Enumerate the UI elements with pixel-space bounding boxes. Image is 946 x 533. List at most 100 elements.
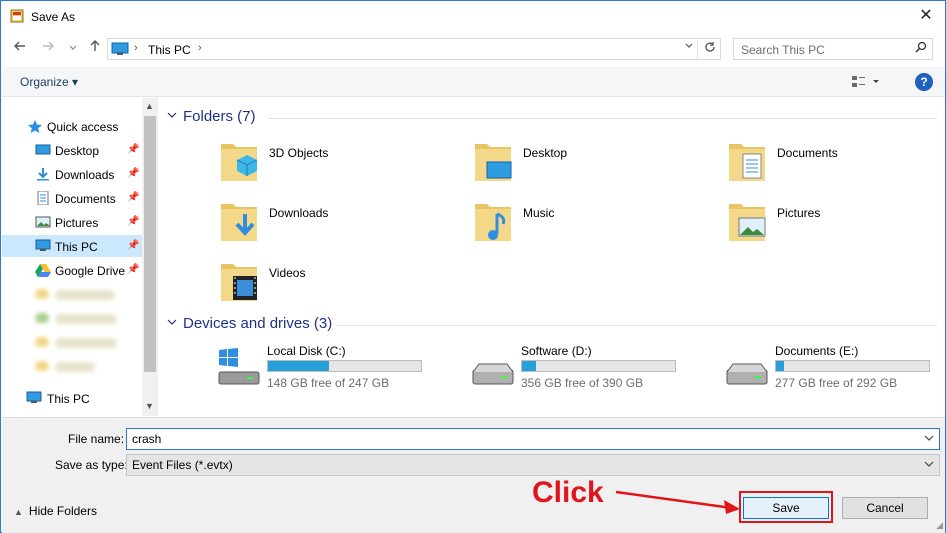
folders-group-header[interactable]: Folders (7) xyxy=(167,108,937,128)
drive-tile-e[interactable]: Documents (E:) 277 GB free of 292 GB xyxy=(725,344,946,394)
folder-label: 3D Objects xyxy=(269,146,329,160)
sidebar-item-label: Quick access xyxy=(47,120,119,134)
scroll-down-arrow-icon[interactable]: ▼ xyxy=(145,401,154,411)
folder-tile-desktop[interactable]: Desktop xyxy=(473,138,723,194)
folder-tile-downloads[interactable]: Downloads xyxy=(219,198,469,254)
search-box[interactable]: Search This PC xyxy=(733,38,933,60)
recent-locations-chevron-down-icon[interactable] xyxy=(64,39,82,57)
breadcrumb-separator: › xyxy=(134,42,138,54)
folder-label: Music xyxy=(523,206,555,220)
drive-label: Local Disk (C:) xyxy=(267,344,346,358)
save-as-type-select[interactable]: Event Files (*.evtx) xyxy=(126,454,940,476)
folder-tile-documents[interactable]: Documents xyxy=(727,138,946,194)
folder-tile-videos[interactable]: Videos xyxy=(219,258,469,314)
drive-tile-d[interactable]: Software (D:) 356 GB free of 390 GB xyxy=(471,344,721,394)
folder-tile-pictures[interactable]: Pictures xyxy=(727,198,946,254)
pictures-folder-icon xyxy=(729,204,766,241)
3d-objects-icon xyxy=(221,144,258,181)
pictures-icon xyxy=(35,216,51,228)
drive-free-space: 148 GB free of 247 GB xyxy=(267,376,390,390)
blurred-sidebar-item[interactable] xyxy=(35,287,125,301)
refresh-icon[interactable] xyxy=(697,41,716,59)
documents-folder-icon xyxy=(729,144,765,181)
pin-icon[interactable]: 📌 xyxy=(127,168,139,179)
help-icon[interactable]: ? xyxy=(915,73,933,91)
drive-usage-bar xyxy=(521,360,676,372)
sidebar-item-google-drive[interactable]: Google Drive 📌 xyxy=(2,259,142,281)
annotation-arrow xyxy=(615,490,740,514)
drive-tile-c[interactable]: Local Disk (C:) 148 GB free of 247 GB xyxy=(217,344,467,394)
pin-icon[interactable]: 📌 xyxy=(127,240,139,251)
drive-usage-bar xyxy=(267,360,422,372)
drive-label: Software (D:) xyxy=(521,344,592,358)
sidebar-scrollbar[interactable]: ▲ ▼ xyxy=(142,98,158,416)
cancel-button[interactable]: Cancel xyxy=(842,497,928,519)
google-drive-icon xyxy=(35,264,51,277)
drives-group-header[interactable]: Devices and drives (3) xyxy=(167,315,937,335)
sidebar-item-label: Desktop xyxy=(55,144,100,158)
blurred-sidebar-item[interactable] xyxy=(35,311,125,325)
sidebar-item-this-pc-root[interactable]: This PC xyxy=(2,387,142,409)
save-button[interactable]: Save xyxy=(743,497,829,519)
save-as-type-chevron-down-icon[interactable] xyxy=(924,459,934,472)
sidebar-item-label: This PC xyxy=(55,240,98,254)
file-name-dropdown-chevron-down-icon[interactable] xyxy=(924,433,934,446)
drive-usage-fill xyxy=(776,361,784,371)
sidebar-item-this-pc[interactable]: This PC 📌 xyxy=(2,235,142,257)
drive-usage-bar xyxy=(775,360,930,372)
sidebar-item-desktop[interactable]: Desktop 📌 xyxy=(2,139,142,161)
group-divider xyxy=(335,325,937,326)
save-as-type-label: Save as type: xyxy=(55,458,128,472)
downloads-icon xyxy=(37,168,49,181)
this-pc-icon xyxy=(111,42,129,55)
navigation-bar: › This PC › Search This PC xyxy=(1,34,945,64)
pin-icon[interactable]: 📌 xyxy=(127,144,139,155)
back-arrow-icon[interactable] xyxy=(11,39,29,57)
drives-group-title: Devices and drives (3) xyxy=(183,315,333,332)
organize-menu-button[interactable]: Organize ▾ xyxy=(20,75,78,89)
folder-label: Videos xyxy=(269,266,306,280)
collapse-chevron-icon[interactable] xyxy=(167,317,177,330)
file-name-label: File name: xyxy=(68,432,125,446)
videos-folder-icon xyxy=(221,264,257,301)
address-dropdown-chevron-down-icon[interactable] xyxy=(684,41,694,54)
group-divider xyxy=(267,118,937,119)
up-arrow-icon[interactable] xyxy=(86,39,104,57)
scroll-up-arrow-icon[interactable]: ▲ xyxy=(145,101,154,111)
pin-icon[interactable]: 📌 xyxy=(127,192,139,203)
sidebar-item-label: Documents xyxy=(55,192,116,206)
sidebar-item-quick-access[interactable]: Quick access xyxy=(2,115,142,137)
command-toolbar: Organize ▾ ? xyxy=(2,67,945,97)
caret-up-icon: ▲ xyxy=(14,507,23,517)
resize-grip-icon[interactable]: ◢ xyxy=(936,520,943,531)
breadcrumb-chevron-icon[interactable]: › xyxy=(198,42,202,54)
scrollbar-thumb[interactable] xyxy=(144,116,156,372)
navigation-pane: Quick access Desktop 📌 Downloads 📌 Docum… xyxy=(2,98,158,416)
drive-free-space: 356 GB free of 390 GB xyxy=(521,376,644,390)
forward-arrow-icon[interactable] xyxy=(39,39,57,57)
search-input[interactable]: Search This PC xyxy=(741,43,825,57)
folder-tile-music[interactable]: Music xyxy=(473,198,723,254)
this-pc-icon xyxy=(35,239,51,251)
sidebar-item-downloads[interactable]: Downloads 📌 xyxy=(2,163,142,185)
blurred-sidebar-item[interactable] xyxy=(35,359,125,373)
sidebar-item-pictures[interactable]: Pictures 📌 xyxy=(2,211,142,233)
breadcrumb-this-pc[interactable]: This PC xyxy=(148,43,191,57)
folder-tile-3d-objects[interactable]: 3D Objects xyxy=(219,138,469,194)
downloads-folder-icon xyxy=(221,204,257,241)
file-name-input[interactable] xyxy=(126,428,940,450)
drive-usage-fill xyxy=(268,361,330,371)
address-bar[interactable]: › This PC › xyxy=(107,38,721,60)
collapse-chevron-icon[interactable] xyxy=(167,110,177,123)
hide-folders-toggle[interactable]: ▲ Hide Folders xyxy=(14,504,97,518)
change-view-icon[interactable] xyxy=(851,74,881,90)
hard-drive-icon xyxy=(472,363,514,385)
pin-icon[interactable]: 📌 xyxy=(127,264,139,275)
pin-icon[interactable]: 📌 xyxy=(127,216,139,227)
search-icon xyxy=(915,41,927,56)
sidebar-item-documents[interactable]: Documents 📌 xyxy=(2,187,142,209)
click-annotation-label: Click xyxy=(532,476,604,509)
music-folder-icon xyxy=(475,204,511,241)
close-icon[interactable]: ✕ xyxy=(913,4,939,28)
blurred-sidebar-item[interactable] xyxy=(35,335,125,349)
